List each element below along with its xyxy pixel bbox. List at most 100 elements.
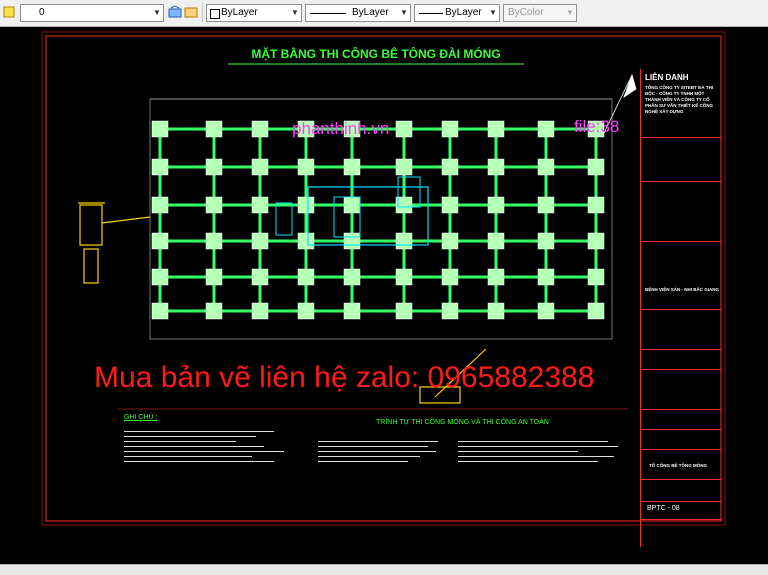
pile-cap bbox=[537, 232, 555, 250]
title-block-row bbox=[641, 409, 721, 410]
title-block-row bbox=[641, 309, 721, 310]
pile-cap bbox=[343, 302, 361, 320]
pile-cap bbox=[343, 232, 361, 250]
contact-watermark: Mua bản vẽ liên hệ zalo: 0965882388 bbox=[94, 361, 595, 394]
plotstyle-dropdown[interactable]: ByColor ▼ bbox=[503, 4, 577, 22]
title-block-row bbox=[641, 349, 721, 350]
lineweight-dropdown[interactable]: ByLayer ▼ bbox=[414, 4, 500, 22]
pile-cap bbox=[151, 232, 169, 250]
sequence-heading: TRÌNH TỰ THI CÔNG MÓNG VÀ THI CÔNG AN TO… bbox=[376, 419, 549, 426]
lineweight-sample bbox=[419, 13, 443, 14]
title-block-row bbox=[641, 241, 721, 242]
chevron-down-icon: ▼ bbox=[291, 8, 299, 17]
pile-cap bbox=[395, 302, 413, 320]
pile-cap bbox=[205, 120, 223, 138]
pile-cap bbox=[441, 232, 459, 250]
pile-cap bbox=[151, 196, 169, 214]
project-name: BỆNH VIỆN SẢN - NHI BẮC GIANG bbox=[645, 287, 720, 292]
pile-cap bbox=[587, 158, 605, 176]
pile-cap bbox=[537, 268, 555, 286]
title-block-row bbox=[641, 369, 721, 370]
title-block-row bbox=[641, 449, 721, 450]
lineweight-dropdown-value: ByLayer bbox=[445, 7, 482, 18]
pile-cap bbox=[297, 268, 315, 286]
pile-cap bbox=[487, 196, 505, 214]
linetype-sample bbox=[310, 13, 346, 14]
chevron-down-icon: ▼ bbox=[566, 8, 574, 17]
pile-cap bbox=[251, 268, 269, 286]
pile-cap bbox=[151, 302, 169, 320]
toolbar-divider bbox=[202, 3, 203, 22]
make-current-icon[interactable] bbox=[168, 5, 182, 19]
pile-cap bbox=[297, 196, 315, 214]
pile-cap bbox=[587, 268, 605, 286]
pile-cap bbox=[251, 158, 269, 176]
pile-cap bbox=[487, 302, 505, 320]
layer-dropdown[interactable]: 0 ▼ bbox=[20, 4, 164, 22]
chevron-down-icon: ▼ bbox=[400, 8, 408, 17]
sequence-text-block-right bbox=[458, 437, 628, 487]
pile-cap bbox=[251, 302, 269, 320]
pile-cap bbox=[205, 232, 223, 250]
pile-cap bbox=[297, 302, 315, 320]
pile-cap bbox=[441, 196, 459, 214]
pile-cap bbox=[587, 196, 605, 214]
pile-cap bbox=[441, 120, 459, 138]
pile-cap bbox=[343, 158, 361, 176]
title-block-row bbox=[641, 501, 721, 502]
pile-cap bbox=[441, 302, 459, 320]
pile-cap bbox=[151, 120, 169, 138]
title-block-row bbox=[641, 519, 721, 520]
pile-cap bbox=[297, 232, 315, 250]
layer-state-icon[interactable] bbox=[2, 5, 16, 19]
pile-cap bbox=[487, 120, 505, 138]
site-watermark: phanthinh.vn bbox=[292, 119, 390, 138]
pile-cap bbox=[487, 268, 505, 286]
pile-cap bbox=[537, 158, 555, 176]
notes-text-block bbox=[124, 427, 294, 487]
status-bar bbox=[0, 564, 768, 575]
pile-cap bbox=[487, 232, 505, 250]
layer-previous-icon[interactable] bbox=[184, 5, 198, 19]
title-block-row bbox=[641, 181, 721, 182]
pile-cap bbox=[251, 196, 269, 214]
pile-cap bbox=[151, 268, 169, 286]
pile-cap bbox=[151, 158, 169, 176]
notes-heading: GHI CHÚ : bbox=[124, 414, 158, 421]
pile-cap bbox=[441, 158, 459, 176]
sheet-code: BPTC - 08 bbox=[647, 505, 680, 512]
linetype-dropdown[interactable]: ByLayer ▼ bbox=[305, 4, 411, 22]
pile-cap bbox=[205, 268, 223, 286]
file-watermark: file:38 bbox=[574, 117, 620, 136]
title-block-row bbox=[641, 479, 721, 480]
pile-cap bbox=[343, 196, 361, 214]
pile-cap bbox=[395, 268, 413, 286]
pile-cap bbox=[537, 196, 555, 214]
color-dropdown[interactable]: ByLayer ▼ bbox=[206, 4, 302, 22]
company-detail: TỔNG CÔNG TY SITEBT ĐÀ THI BỘC - CÔNG TY… bbox=[645, 85, 714, 114]
pile-cap bbox=[487, 158, 505, 176]
title-block: LIÊN DANH TỔNG CÔNG TY SITEBT ĐÀ THI BỘC… bbox=[640, 69, 721, 547]
pile-cap bbox=[205, 196, 223, 214]
pile-cap bbox=[297, 158, 315, 176]
sheet-name: TỔ CÔNG BÊ TÔNG MÓNG bbox=[649, 463, 707, 468]
pile-cap bbox=[395, 120, 413, 138]
pile-cap bbox=[587, 232, 605, 250]
drawing-canvas[interactable]: MẶT BẰNG THI CÔNG BÊ TÔNG ĐÀI MÓNG LIÊN … bbox=[0, 27, 768, 564]
layer-dropdown-value: 0 bbox=[39, 7, 45, 18]
pile-cap bbox=[441, 268, 459, 286]
pile-cap bbox=[205, 302, 223, 320]
chevron-down-icon: ▼ bbox=[489, 8, 497, 17]
pile-cap bbox=[251, 232, 269, 250]
title-block-row bbox=[641, 137, 721, 138]
properties-toolbar: 0 ▼ ByLayer ▼ ByLayer ▼ ByLayer ▼ ByColo… bbox=[0, 0, 768, 27]
title-block-row bbox=[641, 429, 721, 430]
chevron-down-icon: ▼ bbox=[153, 8, 161, 17]
pile-cap bbox=[205, 158, 223, 176]
pile-cap bbox=[343, 268, 361, 286]
pile-cap bbox=[251, 120, 269, 138]
plotstyle-dropdown-value: ByColor bbox=[508, 7, 544, 18]
pile-cap bbox=[537, 302, 555, 320]
color-swatch-icon bbox=[210, 9, 220, 19]
drawing-title: MẶT BẰNG THI CÔNG BÊ TÔNG ĐÀI MÓNG bbox=[251, 47, 501, 61]
